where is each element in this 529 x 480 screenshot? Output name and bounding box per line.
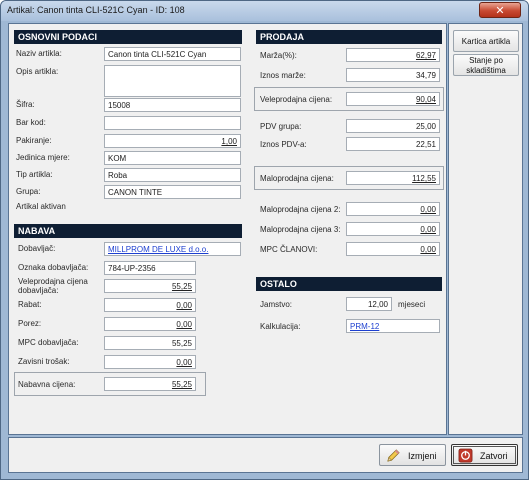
rabat-value: 0,00 [176, 301, 192, 310]
marza-value: 62,97 [415, 51, 436, 60]
marza-field[interactable]: 62,97 [346, 48, 440, 62]
rabat-label: Rabat: [18, 300, 42, 309]
nabavna-label: Nabavna cijena: [18, 380, 76, 389]
section-osnovni-header: OSNOVNI PODACI [14, 30, 242, 44]
iznos-marze-field[interactable]: 34,79 [346, 68, 440, 82]
mpc-dobavljaca-label: MPC dobavljača: [18, 338, 79, 347]
naziv-field[interactable]: Canon tinta CLI-521C Cyan [104, 47, 241, 61]
section-nabava-header: NABAVA [14, 224, 242, 238]
barkod-field[interactable] [104, 116, 241, 130]
aktivan-checkbox-label[interactable]: Artikal aktivan [16, 202, 66, 212]
jamstvo-field[interactable]: 12,00 [346, 297, 392, 311]
vpc-label: Veleprodajna cijena: [260, 95, 333, 104]
zavisni-value: 0,00 [176, 358, 192, 367]
sifra-label: Šifra: [16, 100, 35, 109]
mpc-dobavljaca-field[interactable]: 55,25 [104, 336, 196, 350]
zatvori-label: Zatvori [480, 451, 508, 461]
mpc3-value: 0,00 [420, 225, 436, 234]
izmjeni-label: Izmjeni [408, 451, 437, 461]
izmjeni-button[interactable]: Izmjeni [379, 444, 446, 466]
oznaka-field[interactable]: 784-UP-2356 [104, 261, 196, 275]
pencil-icon [387, 449, 400, 462]
section-ostalo-header: OSTALO [256, 277, 442, 291]
tip-field[interactable]: Roba [104, 168, 241, 182]
pdv-grupa-label: PDV grupa: [260, 122, 302, 131]
mpc-field[interactable]: 112,55 [346, 171, 440, 185]
tip-label: Tip artikla: [16, 170, 53, 179]
porez-label: Porez: [18, 319, 42, 328]
mpc-clanovi-label: MPC ČLANOVI: [260, 245, 318, 254]
vpc-value: 90,04 [415, 95, 436, 104]
zavisni-label: Zavisni trošak: [18, 357, 70, 366]
jedinica-label: Jedinica mjere: [16, 153, 70, 162]
kalkulacija-label: Kalkulacija: [260, 322, 301, 331]
mpc3-field[interactable]: 0,00 [346, 222, 440, 236]
article-window: Artikal: Canon tinta CLI-521C Cyan - ID:… [0, 0, 529, 480]
vpc-field[interactable]: 90,04 [346, 92, 440, 106]
zatvori-button[interactable]: Zatvori [451, 444, 518, 466]
iznos-pdv-field[interactable]: 22,51 [346, 137, 440, 151]
dobavljac-link[interactable]: MILLPROM DE LUXE d.o.o. [104, 242, 241, 256]
mpc-clanovi-value: 0,00 [420, 245, 436, 254]
grupa-field[interactable]: CANON TINTE [104, 185, 241, 199]
nabavna-value: 55,25 [171, 380, 192, 389]
porez-field[interactable]: 0,00 [104, 317, 196, 331]
window-title: Artikal: Canon tinta CLI-521C Cyan - ID:… [7, 5, 185, 15]
porez-value: 0,00 [176, 320, 192, 329]
title-bar: Artikal: Canon tinta CLI-521C Cyan - ID:… [1, 1, 528, 21]
rabat-field[interactable]: 0,00 [104, 298, 196, 312]
window-close-button[interactable]: ✕ [479, 2, 521, 18]
grupa-label: Grupa: [16, 187, 41, 196]
pakiranje-field[interactable]: 1,00 [104, 134, 241, 148]
pakiranje-value: 1,00 [221, 137, 237, 146]
iznos-pdv-label: Iznos PDV-a: [260, 140, 307, 149]
mpc-clanovi-field[interactable]: 0,00 [346, 242, 440, 256]
mpc-label: Maloprodajna cijena: [260, 174, 334, 183]
exit-icon [458, 448, 473, 463]
jamstvo-label: Jamstvo: [260, 300, 293, 309]
opis-label: Opis artikla: [16, 67, 59, 76]
jamstvo-unit: mjeseci [398, 300, 426, 309]
pdv-grupa-field[interactable]: 25,00 [346, 119, 440, 133]
main-panel: OSNOVNI PODACI Naziv artikla: Canon tint… [8, 23, 447, 435]
mpc2-field[interactable]: 0,00 [346, 202, 440, 216]
mpc3-label: Maloprodajna cijena 3: [260, 225, 341, 234]
marza-label: Marža(%): [260, 51, 297, 60]
mpc2-label: Maloprodajna cijena 2: [260, 205, 341, 214]
jedinica-field[interactable]: KOM [104, 151, 241, 165]
oznaka-label: Oznaka dobavljača: [18, 263, 89, 272]
barkod-label: Bar kod: [16, 118, 46, 127]
section-prodaja-header: PRODAJA [256, 30, 442, 44]
opis-field[interactable] [104, 65, 241, 97]
sifra-field[interactable]: 15008 [104, 98, 241, 112]
vpc-dobavljaca-value: 55,25 [171, 282, 192, 291]
close-icon: ✕ [495, 3, 505, 17]
iznos-marze-label: Iznos marže: [260, 71, 306, 80]
mpc2-value: 0,00 [420, 205, 436, 214]
bottom-panel: Izmjeni Zatvori [8, 437, 523, 473]
vpc-dobavljaca-field[interactable]: 55,25 [104, 279, 196, 293]
mpc-value: 112,55 [412, 174, 436, 183]
pakiranje-label: Pakiranje: [16, 136, 52, 145]
naziv-label: Naziv artikla: [16, 49, 62, 58]
zavisni-field[interactable]: 0,00 [104, 355, 196, 369]
kalkulacija-link[interactable]: PRM-12 [346, 319, 440, 333]
vpc-dobavljaca-label: Veleprodajna cijena dobavljača: [18, 277, 88, 295]
stanje-po-skladistima-button[interactable]: Stanje po skladištima [453, 54, 519, 76]
side-panel: Kartica artikla Stanje po skladištima [448, 23, 523, 435]
nabavna-field[interactable]: 55,25 [104, 377, 196, 391]
dobavljac-label: Dobavljač: [18, 244, 56, 253]
kartica-artikla-button[interactable]: Kartica artikla [453, 30, 519, 52]
